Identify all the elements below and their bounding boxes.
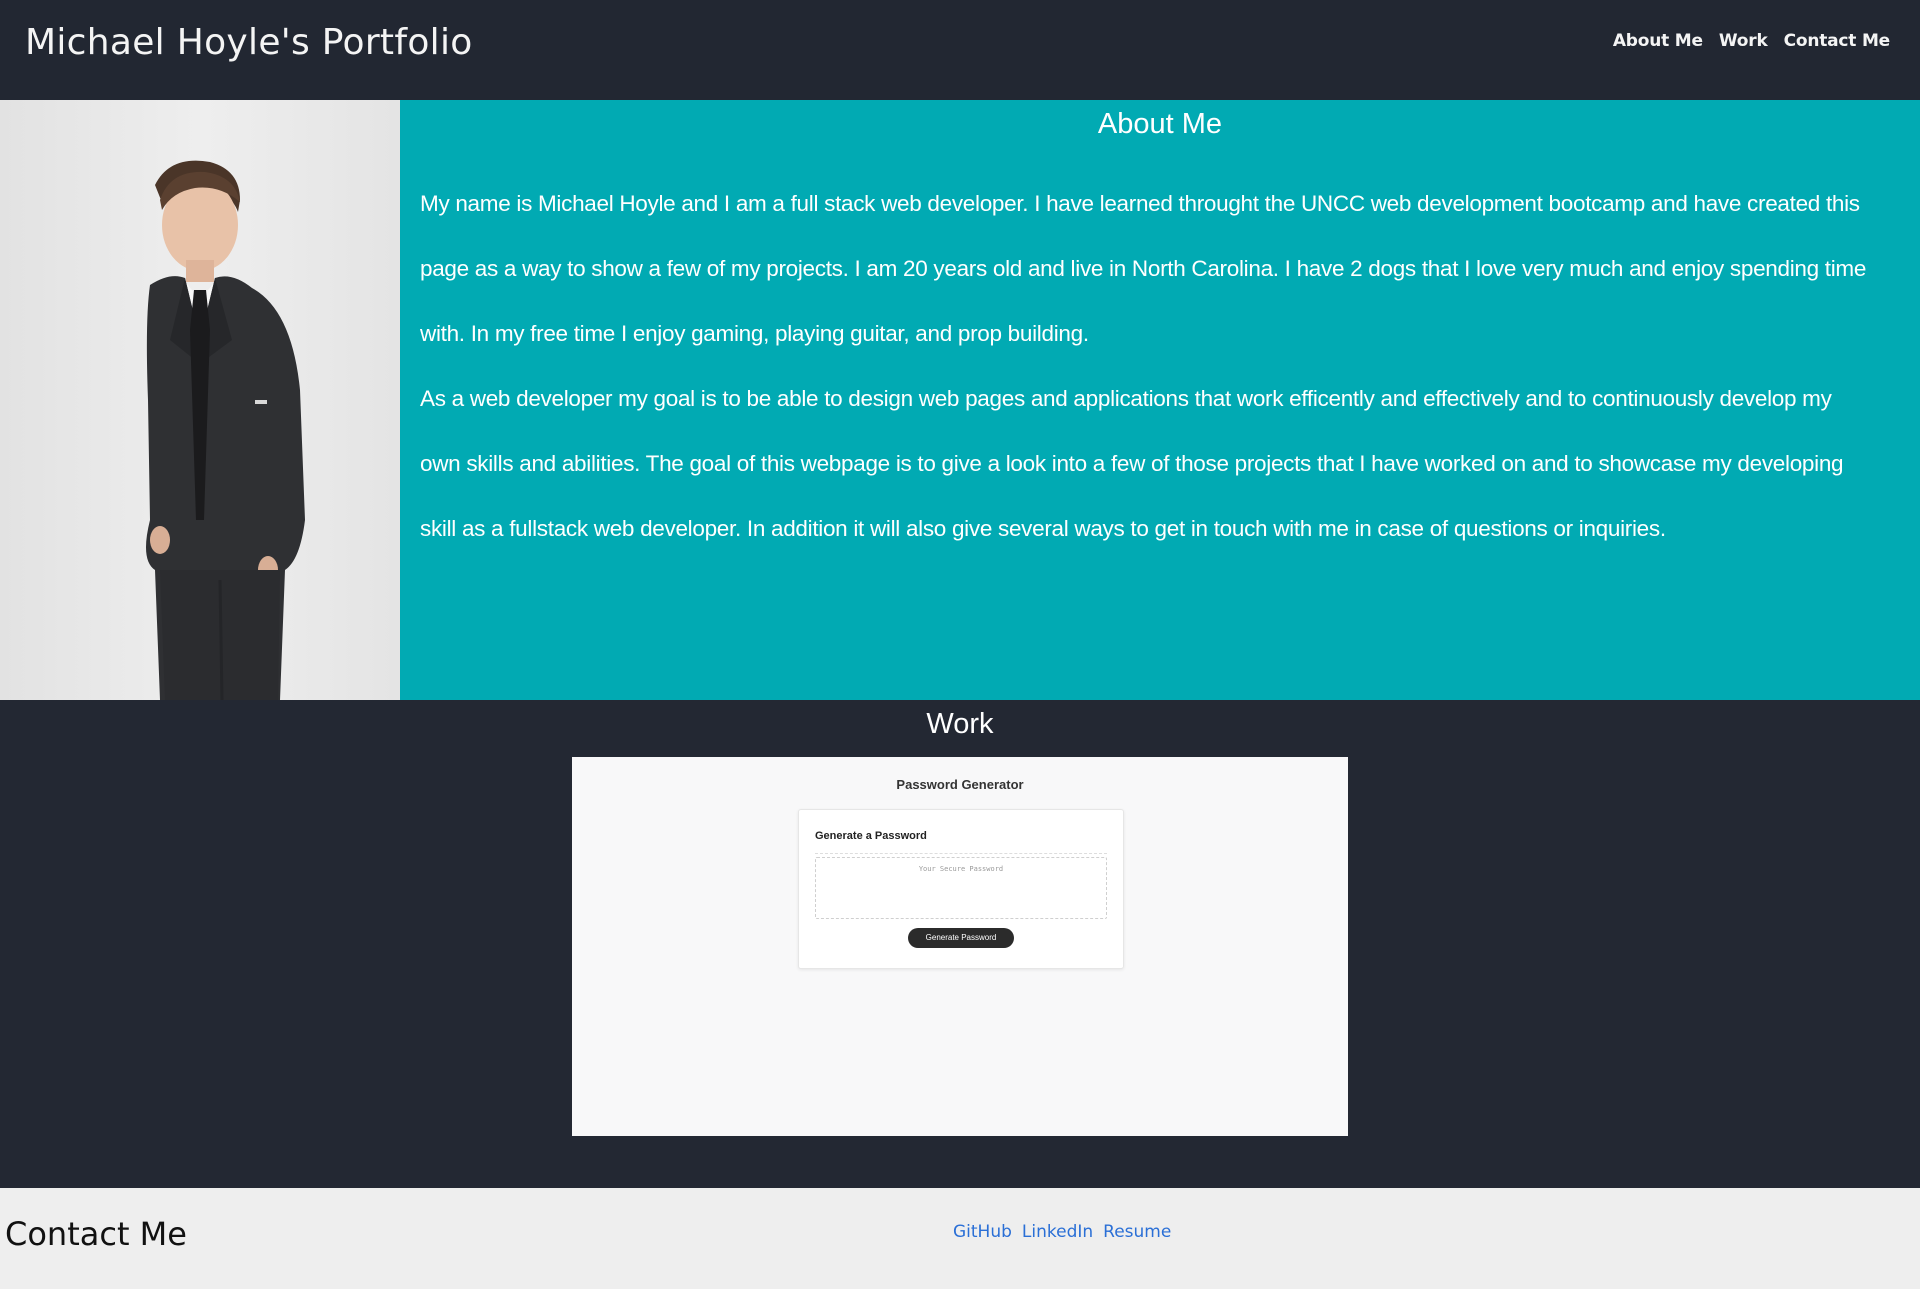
about-text: My name is Michael Hoyle and I am a full… [420, 171, 1870, 561]
about-paragraph-1: My name is Michael Hoyle and I am a full… [420, 191, 1867, 346]
project-page-title: Password Generator [896, 777, 1024, 792]
nav-about-me[interactable]: About Me [1613, 31, 1703, 51]
about-paragraph-2: As a web developer my goal is to be able… [420, 386, 1844, 541]
github-link[interactable]: GitHub [953, 1222, 1012, 1242]
generate-password-button: Generate Password [908, 928, 1014, 948]
person-portrait-icon [0, 100, 400, 700]
contact-title: Contact Me [5, 1215, 187, 1253]
project-card-divider [815, 853, 1107, 854]
profile-photo [0, 100, 400, 700]
project-card: Generate a Password Your Secure Password… [798, 809, 1124, 969]
site-title: Michael Hoyle's Portfolio [25, 22, 473, 63]
work-title: Work [926, 708, 994, 740]
password-placeholder: Your Secure Password [918, 865, 1004, 873]
project-screenshot-password-generator[interactable]: Password Generator Generate a Password Y… [572, 757, 1348, 1136]
password-output-field: Your Secure Password [815, 857, 1107, 919]
contact-section: Contact Me GitHub LinkedIn Resume [0, 1188, 1920, 1289]
nav-work[interactable]: Work [1719, 31, 1768, 51]
resume-link[interactable]: Resume [1103, 1222, 1171, 1242]
about-section: About Me My name is Michael Hoyle and I … [0, 100, 1920, 700]
contact-links: GitHub LinkedIn Resume [953, 1222, 1171, 1242]
project-card-title: Generate a Password [815, 830, 927, 842]
about-title: About Me [1097, 108, 1223, 140]
work-section: Work Password Generator Generate a Passw… [0, 700, 1920, 1188]
main-nav: About Me Work Contact Me [1613, 31, 1890, 51]
site-header: Michael Hoyle's Portfolio About Me Work … [0, 0, 1920, 100]
linkedin-link[interactable]: LinkedIn [1022, 1222, 1093, 1242]
nav-contact-me[interactable]: Contact Me [1784, 31, 1891, 51]
